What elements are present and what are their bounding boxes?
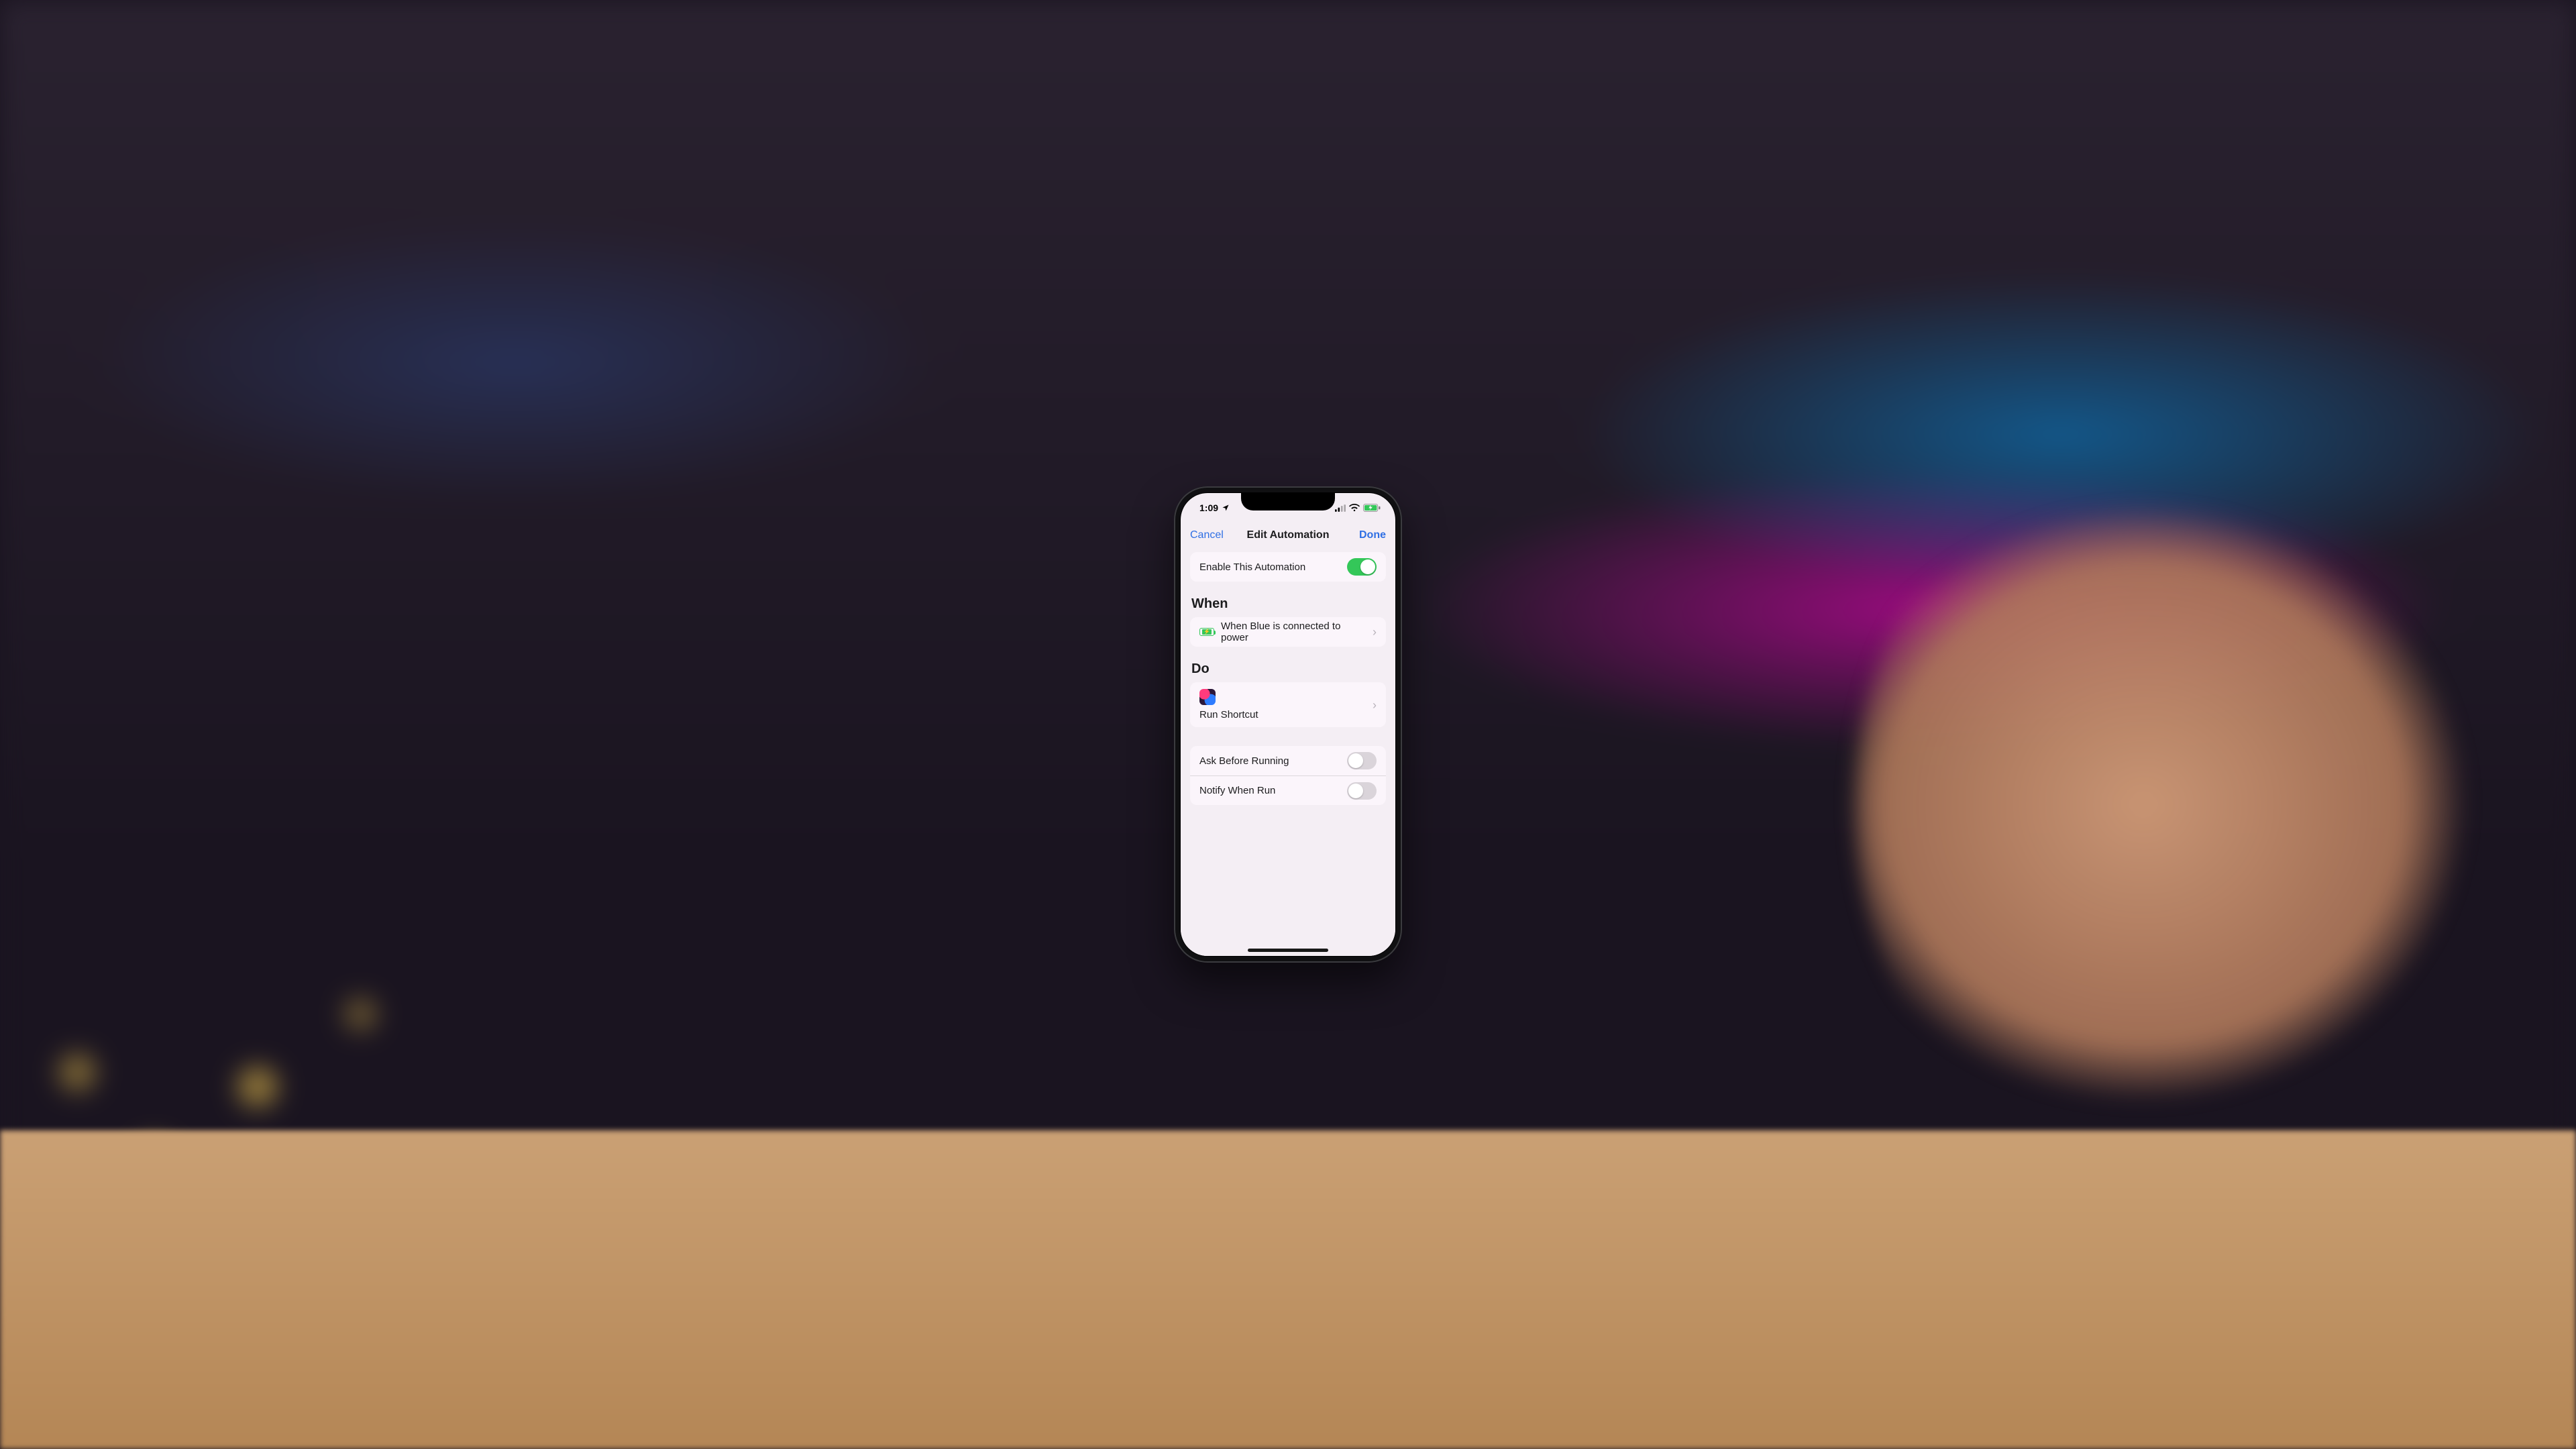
home-indicator[interactable] — [1248, 949, 1328, 952]
power-connected-icon: ⚡ — [1199, 628, 1214, 636]
when-condition-row[interactable]: ⚡ When Blue is connected to power › — [1190, 617, 1386, 647]
when-condition-text: When Blue is connected to power — [1221, 621, 1368, 643]
do-section-header: Do — [1191, 661, 1385, 677]
status-time: 1:09 — [1199, 502, 1218, 513]
display-notch — [1241, 493, 1335, 511]
battery-charging-icon — [1363, 504, 1381, 512]
done-button[interactable]: Done — [1359, 529, 1386, 541]
when-group: ⚡ When Blue is connected to power › — [1190, 617, 1386, 647]
enable-automation-label: Enable This Automation — [1199, 561, 1347, 573]
notify-when-run-label: Notify When Run — [1199, 785, 1347, 796]
do-action-label: Run Shortcut — [1199, 709, 1368, 720]
shortcuts-app-icon — [1199, 689, 1216, 705]
cancel-button[interactable]: Cancel — [1190, 529, 1224, 541]
content-area: Enable This Automation When ⚡ When Blue … — [1181, 545, 1395, 805]
wifi-icon — [1349, 504, 1360, 512]
ask-before-running-row[interactable]: Ask Before Running — [1190, 746, 1386, 775]
iphone-screen: 1:09 — [1181, 493, 1395, 956]
enable-automation-toggle[interactable] — [1347, 558, 1377, 576]
chevron-right-icon: › — [1373, 626, 1377, 638]
navigation-bar: Cancel Edit Automation Done — [1181, 523, 1395, 545]
when-section-header: When — [1191, 596, 1385, 612]
cellular-icon — [1335, 504, 1346, 512]
do-group: Run Shortcut › — [1190, 682, 1386, 727]
run-options-group: Ask Before Running Notify When Run — [1190, 746, 1386, 805]
notify-when-run-toggle[interactable] — [1347, 782, 1377, 800]
location-arrow-icon — [1222, 504, 1230, 512]
iphone-device-frame: 1:09 — [1174, 486, 1402, 963]
desk-surface — [0, 1130, 2576, 1449]
enable-automation-row[interactable]: Enable This Automation — [1190, 552, 1386, 582]
ask-before-running-toggle[interactable] — [1347, 752, 1377, 769]
chevron-right-icon: › — [1373, 699, 1377, 711]
enable-automation-group: Enable This Automation — [1190, 552, 1386, 582]
ask-before-running-label: Ask Before Running — [1199, 755, 1347, 767]
do-action-row[interactable]: Run Shortcut › — [1190, 682, 1386, 727]
notify-when-run-row[interactable]: Notify When Run — [1190, 775, 1386, 805]
